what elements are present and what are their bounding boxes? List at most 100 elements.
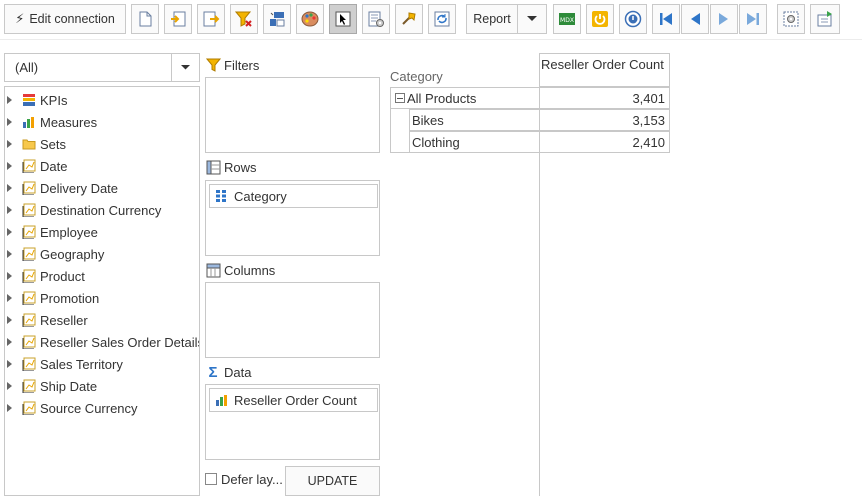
import-button[interactable] xyxy=(164,4,192,34)
collapse-icon[interactable] xyxy=(395,93,405,103)
wizard-button[interactable] xyxy=(395,4,423,34)
expand-arrow-icon[interactable] xyxy=(7,382,12,390)
expand-arrow-icon[interactable] xyxy=(7,206,12,214)
expand-arrow-icon[interactable] xyxy=(7,338,12,346)
first-page-icon xyxy=(660,13,672,25)
report-dropdown-button[interactable] xyxy=(517,4,547,34)
dimension-icon xyxy=(21,334,37,350)
save-export-icon xyxy=(817,11,832,27)
filters-drop-zone[interactable] xyxy=(205,77,380,153)
expand-arrow-icon[interactable] xyxy=(7,96,12,104)
edit-connection-button[interactable]: ⚡︎ Edit connection xyxy=(4,4,126,34)
expand-arrow-icon[interactable] xyxy=(7,228,12,236)
expand-arrow-icon[interactable] xyxy=(7,404,12,412)
columns-label-text: Columns xyxy=(224,262,276,278)
row-label: All Products xyxy=(407,90,477,106)
tree-item-sets[interactable]: Sets xyxy=(5,133,66,155)
filters-zone-label: Filters xyxy=(205,56,259,74)
pivot-swap-icon xyxy=(270,12,285,27)
tree-item-delivery-date[interactable]: Delivery Date xyxy=(5,177,118,199)
tree-item-label: Employee xyxy=(40,224,98,240)
columns-icon xyxy=(205,262,221,278)
report-label: Report xyxy=(473,12,511,26)
export-icon xyxy=(203,11,220,27)
defer-layout-checkbox[interactable] xyxy=(205,473,217,485)
expand-arrow-icon[interactable] xyxy=(7,250,12,258)
expand-arrow-icon[interactable] xyxy=(7,184,12,192)
data-field-chip[interactable]: Reseller Order Count xyxy=(209,388,378,412)
palette-button[interactable] xyxy=(296,4,324,34)
defer-layout-update[interactable]: Defer lay... xyxy=(205,468,283,490)
cube-selector[interactable]: (All) xyxy=(4,53,200,82)
next-page-button[interactable] xyxy=(710,4,738,34)
mdx-button[interactable]: MDX xyxy=(553,4,581,34)
export-button[interactable] xyxy=(197,4,225,34)
expand-arrow-icon[interactable] xyxy=(7,360,12,368)
pivot-row-header-clothing[interactable]: Clothing xyxy=(409,131,539,153)
tree-item-label: Geography xyxy=(40,246,105,262)
tree-item-source-currency[interactable]: Source Currency xyxy=(5,397,138,419)
row-label: Bikes xyxy=(412,112,444,128)
select-mode-button[interactable] xyxy=(329,4,357,34)
pivot-swap-button[interactable] xyxy=(263,4,291,34)
pivot-cell[interactable]: 3,401 xyxy=(539,87,670,109)
tree-item-geography[interactable]: Geography xyxy=(5,243,104,265)
clear-filter-button[interactable] xyxy=(230,4,258,34)
expand-arrow-icon[interactable] xyxy=(7,140,12,148)
pivot-row-header-bikes[interactable]: Bikes xyxy=(409,109,539,131)
expand-arrow-icon[interactable] xyxy=(7,118,12,126)
tree-item-kpis[interactable]: KPIs xyxy=(5,89,67,111)
options-button[interactable] xyxy=(777,4,805,34)
data-zone-label: Σ Data xyxy=(205,363,251,381)
row-label: Clothing xyxy=(412,134,460,150)
tree-item-label: Sales Territory xyxy=(40,356,123,372)
pivot-row-header-all-products[interactable]: All Products xyxy=(390,87,539,109)
expand-arrow-icon[interactable] xyxy=(7,294,12,302)
row-header-title[interactable]: Category xyxy=(390,69,443,84)
palette-icon xyxy=(301,11,319,27)
measure-column-header[interactable]: Reseller Order Count xyxy=(539,53,670,87)
expand-arrow-icon[interactable] xyxy=(7,272,12,280)
update-label: UPDATE xyxy=(307,474,358,488)
tree-item-product[interactable]: Product xyxy=(5,265,85,287)
last-page-button[interactable] xyxy=(739,4,767,34)
prev-page-button[interactable] xyxy=(681,4,709,34)
tree-item-label: Product xyxy=(40,268,85,284)
tree-item-destination-currency[interactable]: Destination Currency xyxy=(5,199,161,221)
tree-item-reseller[interactable]: Reseller xyxy=(5,309,88,331)
tree-item-sales-territory[interactable]: Sales Territory xyxy=(5,353,123,375)
expand-arrow-icon[interactable] xyxy=(7,316,12,324)
columns-drop-zone[interactable] xyxy=(205,282,380,358)
tree-item-date[interactable]: Date xyxy=(5,155,67,177)
tree-item-ship-date[interactable]: Ship Date xyxy=(5,375,97,397)
rows-field-chip[interactable]: Category xyxy=(209,184,378,208)
rows-field-label: Category xyxy=(234,188,287,204)
cube-selector-caret[interactable] xyxy=(171,54,199,81)
settings-icon xyxy=(368,11,384,27)
update-button[interactable]: UPDATE xyxy=(285,466,380,496)
about-button[interactable] xyxy=(619,4,647,34)
tree-item-employee[interactable]: Employee xyxy=(5,221,98,243)
rows-drop-zone[interactable]: Category xyxy=(205,180,380,256)
dimension-icon xyxy=(21,378,37,394)
measure-header-label: Reseller Order Count xyxy=(541,57,664,72)
power-button[interactable] xyxy=(586,4,614,34)
tree-item-reseller-sales-order-details[interactable]: Reseller Sales Order Details xyxy=(5,331,199,353)
pivot-cell[interactable]: 2,410 xyxy=(539,131,670,153)
save-export-button[interactable] xyxy=(810,4,840,34)
tree-item-label: Measures xyxy=(40,114,98,130)
expand-arrow-icon[interactable] xyxy=(7,162,12,170)
report-button[interactable]: Report xyxy=(466,4,518,34)
settings-button[interactable] xyxy=(362,4,390,34)
new-page-button[interactable] xyxy=(131,4,159,34)
rows-label-text: Rows xyxy=(224,159,257,175)
folder-icon xyxy=(21,136,37,152)
data-drop-zone[interactable]: Reseller Order Count xyxy=(205,384,380,460)
tree-item-promotion[interactable]: Promotion xyxy=(5,287,99,309)
pivot-cell[interactable]: 3,153 xyxy=(539,109,670,131)
tree-item-label: Promotion xyxy=(40,290,100,306)
rows-zone-label: Rows xyxy=(205,158,257,176)
tree-item-measures[interactable]: Measures xyxy=(5,111,97,133)
first-page-button[interactable] xyxy=(652,4,680,34)
refresh-button[interactable] xyxy=(428,4,456,34)
